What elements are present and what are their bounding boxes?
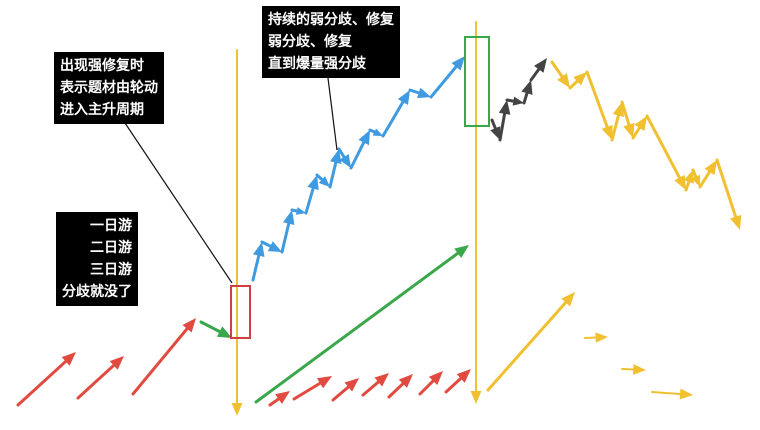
decline-arrow bbox=[585, 70, 613, 140]
rotation-arrow bbox=[76, 356, 124, 400]
note-divergence-repair: 持续的弱分歧、修复 弱分歧、修复 直到爆量强分歧 bbox=[262, 6, 400, 78]
cycle-diagram: 持续的弱分歧、修复 弱分歧、修复 直到爆量强分歧 出现强修复时 表示题材由轮动 … bbox=[0, 0, 760, 430]
rotation-arrow bbox=[131, 318, 196, 396]
note-line: 三日游 bbox=[90, 262, 132, 278]
main-rise-arrow bbox=[429, 56, 465, 99]
note-line: 出现强修复时 bbox=[60, 58, 144, 74]
rotation-arrow bbox=[361, 373, 389, 397]
main-rise-arrow bbox=[315, 173, 330, 187]
main-rise-arrow bbox=[337, 147, 351, 168]
callout-line-strong-repair bbox=[124, 122, 233, 284]
main-rise-arrow bbox=[349, 130, 370, 170]
note-line: 弱分歧、修复 bbox=[268, 34, 352, 50]
decline-arrow bbox=[621, 364, 646, 375]
main-rise-arrow bbox=[304, 175, 319, 215]
callout-line-divergence bbox=[326, 69, 338, 151]
note-line: 持续的弱分歧、修复 bbox=[268, 12, 394, 28]
rotation-arrow bbox=[331, 378, 359, 402]
rotation-arrow bbox=[418, 371, 443, 396]
main-rise-arrow bbox=[251, 242, 265, 282]
decline-arrow bbox=[620, 100, 635, 138]
decline-arrow bbox=[691, 168, 701, 187]
divider-arrow-peak bbox=[470, 21, 482, 404]
peak-arrow bbox=[529, 58, 547, 82]
main-rise-arrow bbox=[408, 87, 431, 99]
main-rise-arrow bbox=[260, 240, 282, 252]
peak-arrow bbox=[505, 96, 524, 106]
main-rise-arrow bbox=[381, 90, 410, 138]
decline-arrow bbox=[715, 158, 742, 230]
main-rise-arrow bbox=[328, 149, 342, 189]
note-line: 分歧就没了 bbox=[62, 284, 132, 300]
decline-arrow bbox=[568, 72, 587, 90]
rotation-arrow bbox=[444, 369, 471, 394]
peak-arrow bbox=[521, 80, 533, 105]
main-rise-arrow bbox=[368, 128, 383, 136]
main-rise-arrow bbox=[280, 210, 295, 254]
divider-arrow-strong-repair bbox=[231, 49, 243, 416]
strong-repair-box bbox=[230, 285, 251, 339]
rotation-arrow bbox=[16, 352, 76, 407]
note-line: 直到爆量强分歧 bbox=[268, 56, 366, 72]
note-short-trips: 一日游 二日游 三日游 分歧就没了 bbox=[56, 212, 138, 306]
decline-arrow bbox=[584, 332, 608, 343]
rotation-arrow bbox=[268, 391, 290, 407]
decline-arrow bbox=[651, 388, 693, 400]
rotation-arrow bbox=[292, 376, 332, 401]
note-line: 表示题材由轮动 bbox=[60, 80, 158, 96]
note-line: 一日游 bbox=[90, 218, 132, 234]
decline-arrow bbox=[631, 116, 647, 140]
decline-arrow bbox=[645, 114, 686, 190]
peak-arrow bbox=[490, 118, 501, 140]
decline-arrow bbox=[486, 292, 575, 392]
decline-arrow bbox=[550, 60, 570, 88]
main-rise-arrow bbox=[290, 207, 306, 215]
transition-arrow bbox=[199, 320, 232, 338]
decline-arrow bbox=[698, 160, 717, 189]
note-line: 二日游 bbox=[90, 240, 132, 256]
note-strong-repair: 出现强修复时 表示题材由轮动 进入主升周期 bbox=[54, 52, 164, 124]
rotation-arrow bbox=[387, 374, 413, 399]
peak-arrow bbox=[498, 100, 511, 142]
note-line: 进入主升周期 bbox=[60, 102, 144, 118]
